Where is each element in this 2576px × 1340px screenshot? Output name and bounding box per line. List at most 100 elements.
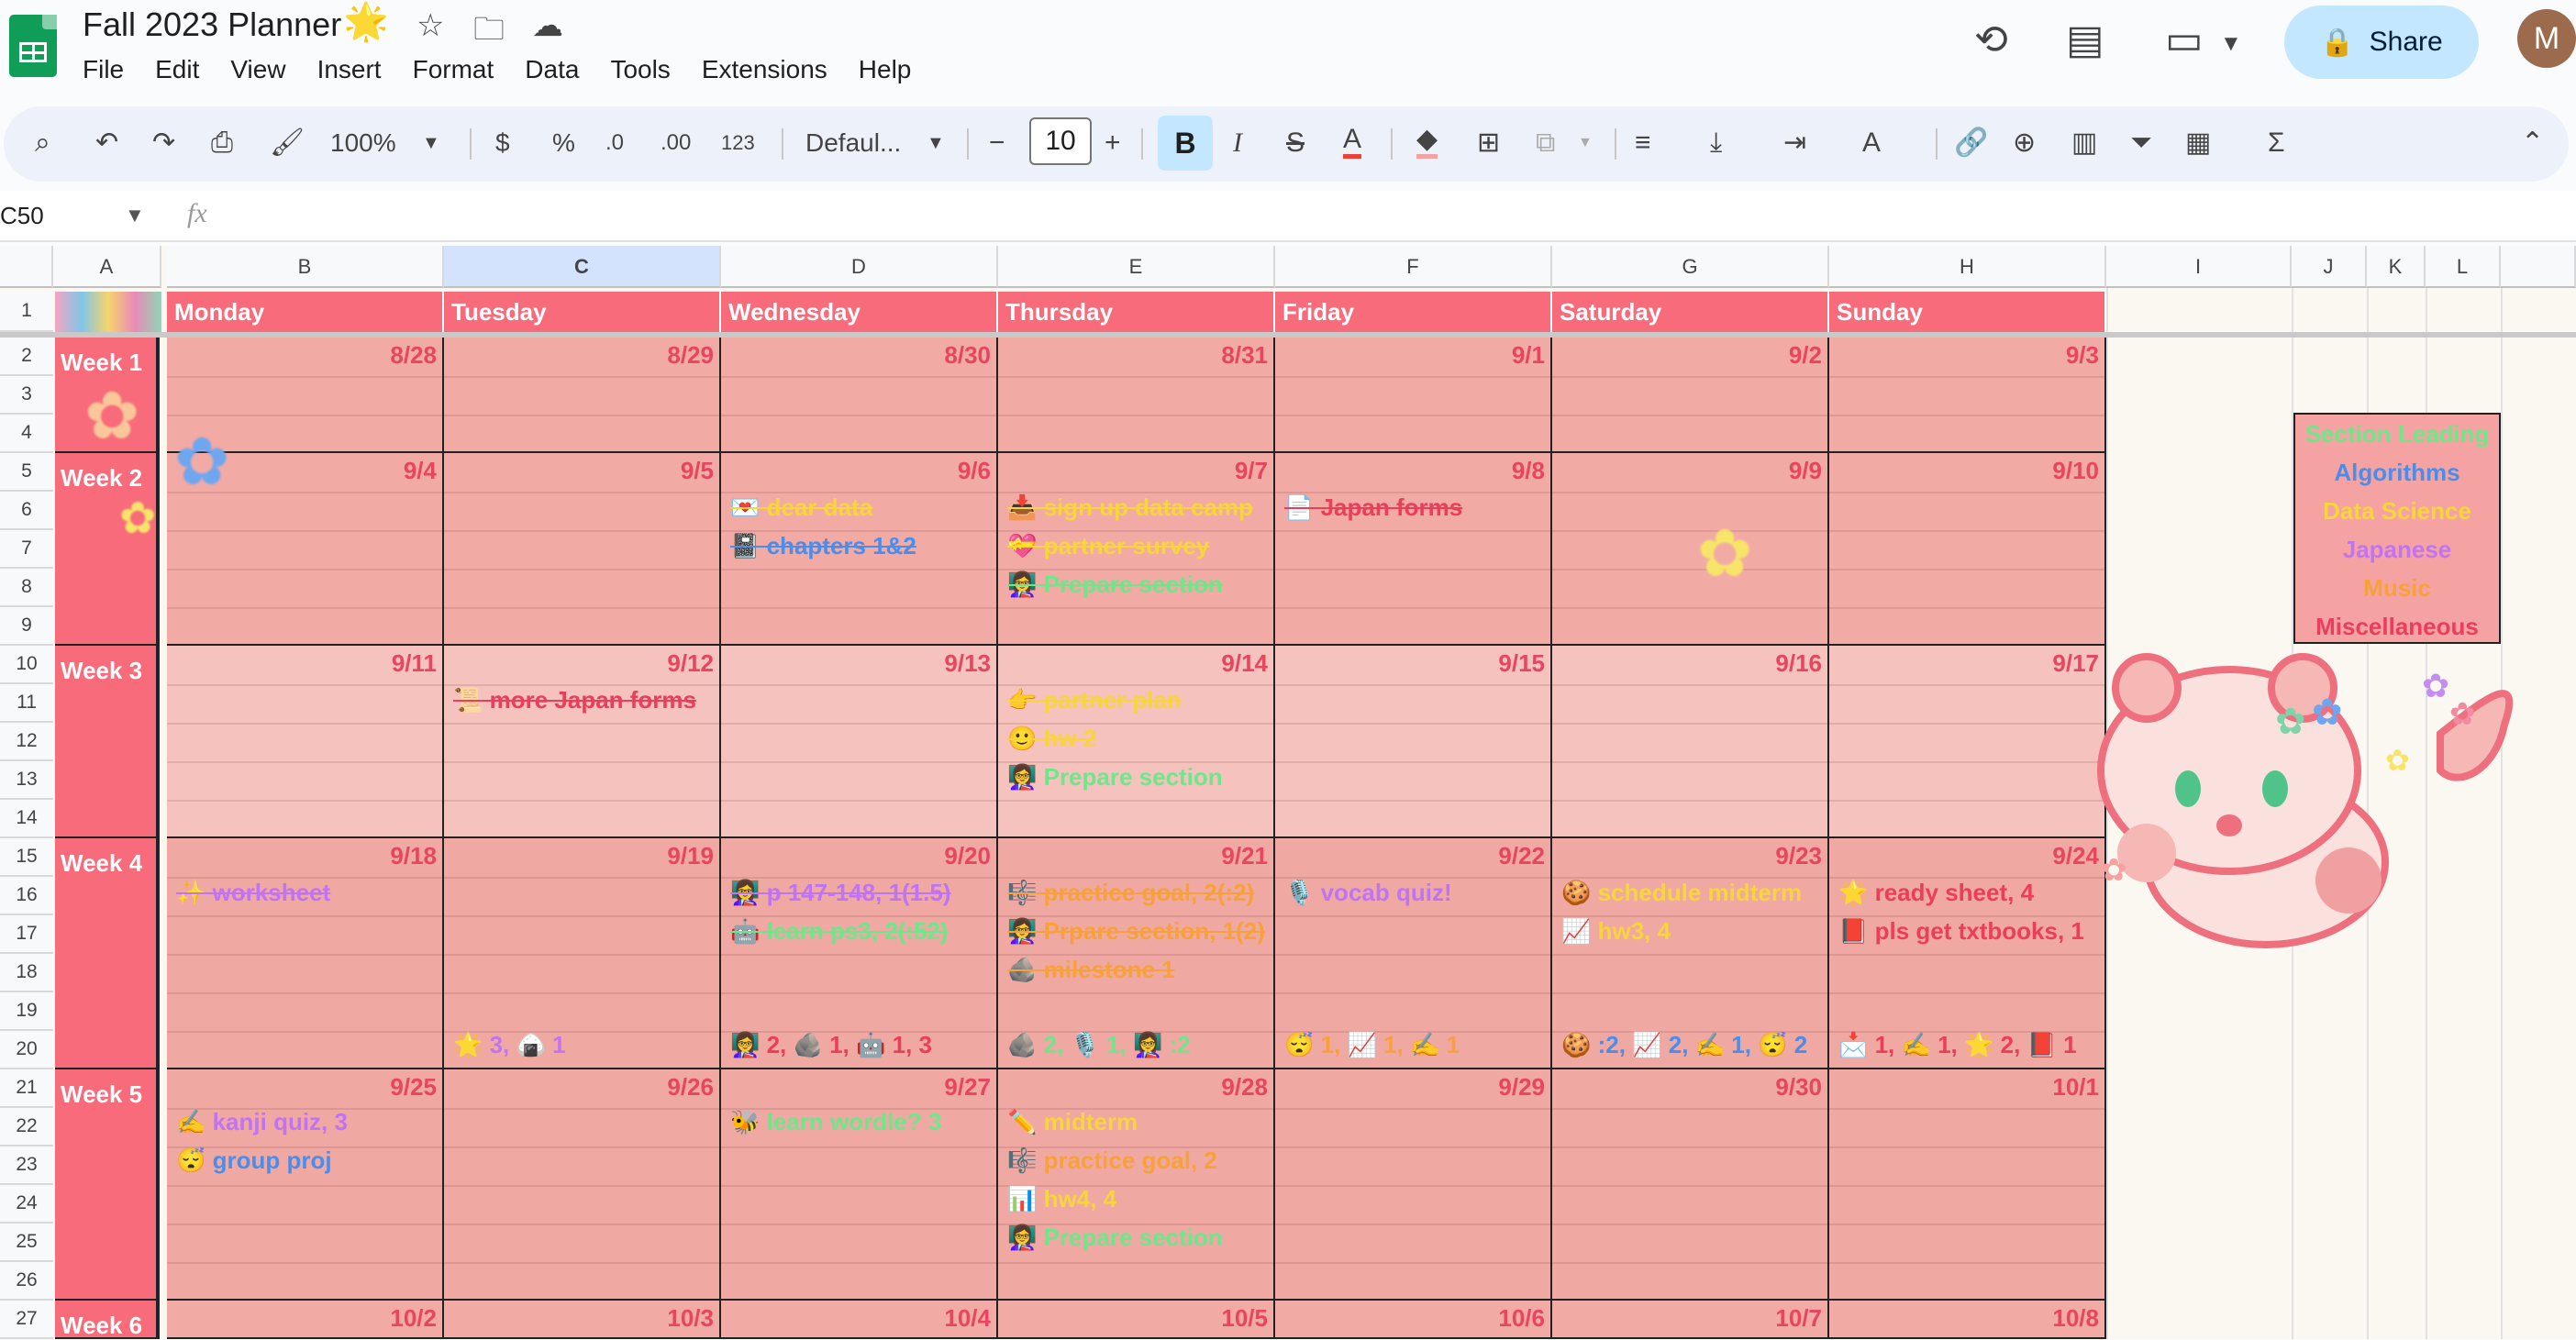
row-header[interactable]: 11 [0,684,53,723]
day-cell[interactable]: 8/30 [721,338,998,453]
day-cell[interactable]: 10/8 [1829,1301,2106,1339]
bold-button[interactable]: B [1158,116,1213,171]
row-header[interactable]: 5 [0,453,53,492]
row-header[interactable]: 27 [0,1301,53,1339]
row-header[interactable]: 15 [0,838,53,877]
sheets-logo-icon[interactable] [9,15,57,77]
day-cell[interactable]: 10/3 [444,1301,721,1339]
day-cell[interactable]: 9/10 [1829,453,2106,646]
task-item[interactable]: 🍪 schedule midterm [1561,879,1802,907]
task-item[interactable]: 🤖 learn ps3, 2(:52) [730,917,949,946]
day-header-sunday[interactable]: Sunday [1829,292,2106,332]
task-item[interactable]: 📄 Japan forms [1284,493,1462,522]
task-item[interactable]: 📕 pls get txtbooks, 1 [1838,917,2084,946]
task-item[interactable]: 👩‍🏫 Prepare section [1007,1224,1223,1252]
day-cell[interactable]: 9/13 [721,646,998,838]
week-label[interactable]: Week 3 [55,646,160,838]
legend-item-algorithms[interactable]: Algorithms [2295,453,2499,492]
row-header[interactable]: 8 [0,569,53,607]
document-title[interactable]: Fall 2023 Planner [83,6,341,44]
menu-data[interactable]: Data [525,55,579,88]
borders-icon[interactable]: ⊞ [1477,125,1500,161]
chevron-down-icon[interactable]: ▼ [1578,125,1593,161]
day-cell[interactable]: 9/3 [1829,338,2106,453]
column-header-k[interactable]: K [2367,246,2426,288]
row-header[interactable]: 3 [0,376,53,415]
percent-format-button[interactable]: % [552,125,575,161]
font-family-select[interactable]: Defaul... [805,125,901,161]
vertical-align-icon[interactable]: ⤓ [1710,125,1722,161]
column-header-h[interactable]: H [1829,246,2106,288]
currency-format-button[interactable]: $ [495,125,510,161]
menu-insert[interactable]: Insert [317,55,382,88]
day-cell[interactable]: 10/1 [1829,1069,2106,1301]
day-cell[interactable]: 10/7 [1552,1301,1829,1339]
row-header[interactable]: 21 [0,1069,53,1108]
version-history-icon[interactable]: ⟲ [1974,17,2008,63]
column-header-a[interactable]: A [53,246,161,288]
task-item[interactable]: 📓 chapters 1&2 [730,532,916,560]
row-header[interactable]: 18 [0,954,53,992]
task-item[interactable]: 📜 more Japan forms [453,686,696,714]
day-cell[interactable]: 9/25 [167,1069,444,1301]
menu-file[interactable]: File [83,55,124,88]
day-cell[interactable]: 8/29 [444,338,721,453]
row-header[interactable]: 12 [0,723,53,761]
day-cell[interactable]: 10/4 [721,1301,998,1339]
flower-sticker-icon[interactable]: ✿ [1697,521,1752,587]
summary-cell[interactable]: 🪨 2, 🎙️ 1, 👩‍🏫 :2 [1007,1031,1191,1059]
comments-icon[interactable]: ▤ [2066,17,2104,63]
flower-sticker-icon[interactable]: ✿ [84,383,139,449]
column-header-f[interactable]: F [1275,246,1552,288]
insert-comment-icon[interactable]: ⊕ [2013,125,2036,161]
print-icon[interactable]: ⎙ [211,125,233,161]
week-label[interactable]: Week 5 [55,1069,160,1301]
task-item[interactable]: 👩‍🏫 Prpare section, 1(2) [1007,917,1265,946]
row-header[interactable]: 20 [0,1031,53,1069]
fill-color-icon[interactable]: ◆ [1416,125,1438,159]
header-image-cell[interactable] [55,292,161,332]
legend-item-japanese[interactable]: Japanese [2295,530,2499,569]
day-cell[interactable]: 9/11 [167,646,444,838]
collapse-toolbar-icon[interactable]: ⌃ [2521,125,2544,161]
day-cell[interactable]: 9/15 [1275,646,1552,838]
task-item[interactable]: 📊 hw4, 4 [1007,1185,1116,1213]
undo-icon[interactable]: ↶ [95,125,118,161]
flower-sticker-icon[interactable]: ✿ [119,486,156,552]
task-item[interactable]: 💌 dear data [730,493,872,522]
day-cell[interactable]: 9/8 [1275,453,1552,646]
menu-edit[interactable]: Edit [155,55,199,88]
task-item[interactable]: ✍️ kanji quiz, 3 [176,1108,348,1136]
day-header-wednesday[interactable]: Wednesday [721,292,998,332]
task-item[interactable]: 🙂 hw 2 [1007,725,1096,753]
task-item[interactable]: 💝 partner survey [1007,532,1209,560]
task-item[interactable]: 🪨 milestone 1 [1007,956,1175,984]
chevron-down-icon[interactable]: ▼ [2220,31,2242,57]
day-cell[interactable]: 10/2 [167,1301,444,1339]
day-cell[interactable]: 9/30 [1552,1069,1829,1301]
column-header-d[interactable]: D [721,246,998,288]
text-wrapping-icon[interactable]: ⇥ [1783,125,1806,161]
task-item[interactable]: 🎼 practice goal, 2 [1007,1146,1217,1175]
search-menus-icon[interactable]: ⌕ [35,125,50,161]
row-header[interactable]: 16 [0,877,53,915]
paint-format-icon[interactable]: 🖌 [270,125,305,161]
merge-cells-icon[interactable]: ⧉ [1536,125,1555,161]
day-cell[interactable]: 8/31 [998,338,1275,453]
star-icon[interactable]: ☆ [416,7,444,44]
day-cell[interactable]: 9/12 [444,646,721,838]
menu-format[interactable]: Format [413,55,494,88]
day-header-friday[interactable]: Friday [1275,292,1552,332]
increase-font-size-icon[interactable]: + [1105,125,1121,161]
day-cell[interactable]: 9/29 [1275,1069,1552,1301]
italic-button[interactable]: I [1233,125,1242,161]
menu-view[interactable]: View [230,55,285,88]
day-cell[interactable]: 9/1 [1275,338,1552,453]
task-item[interactable]: ✏️ midterm [1007,1108,1138,1136]
insert-link-icon[interactable]: 🔗 [1954,125,1988,161]
week-label[interactable]: Week 4 [55,838,160,1069]
chevron-down-icon[interactable]: ▼ [125,204,145,227]
filter-icon[interactable]: ⏷ [2130,125,2152,161]
row-header[interactable]: 6 [0,492,53,530]
decrease-decimal-button[interactable]: .0 [605,125,624,161]
